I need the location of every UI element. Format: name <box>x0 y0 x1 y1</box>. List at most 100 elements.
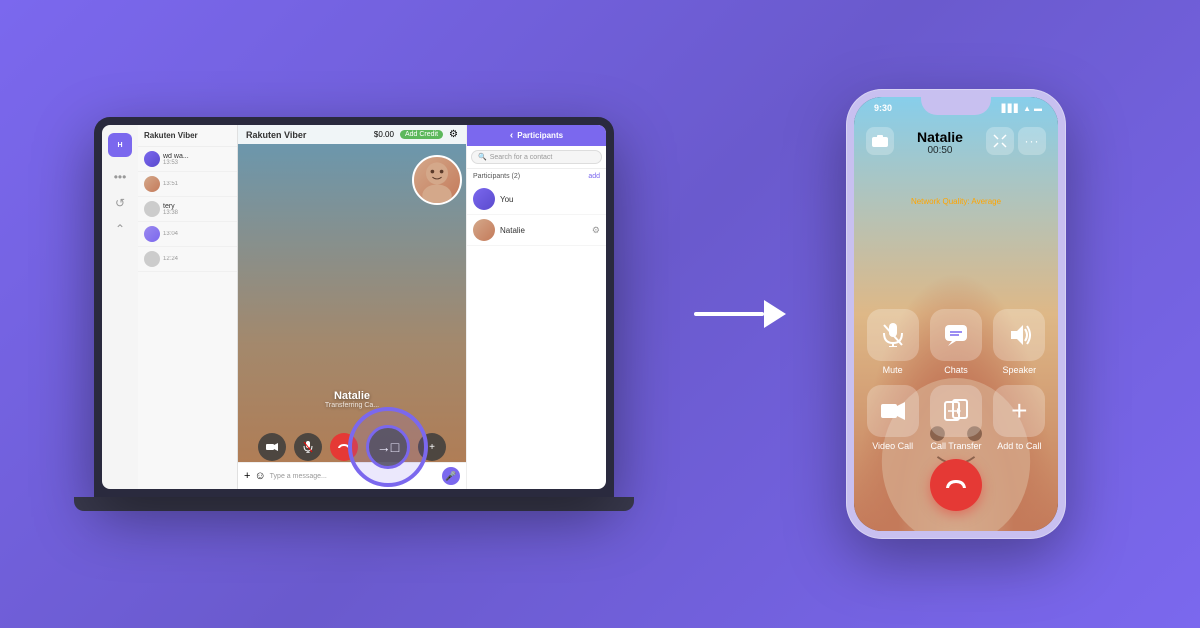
phone-ctrl-transfer: Call Transfer <box>929 385 982 451</box>
wifi-icon: ▲ <box>1023 104 1031 113</box>
sidebar-icon-refresh[interactable]: ↺ <box>110 193 130 213</box>
network-label: Network Quality: <box>911 197 970 206</box>
plus-icon: + <box>429 442 435 453</box>
chat-info-1: wd wa... 13:53 <box>163 153 231 166</box>
minimize-icon-button[interactable] <box>986 127 1014 155</box>
network-quality: Network Quality: Average <box>854 197 1058 206</box>
video-toggle-button[interactable] <box>258 433 286 461</box>
chat-avatar-2 <box>144 176 160 192</box>
participant-name-you: You <box>500 195 514 204</box>
speaker-ctrl-label: Speaker <box>1003 365 1037 375</box>
settings-icon[interactable]: ⚙ <box>449 129 458 140</box>
more-options-icon-button[interactable]: ··· <box>1018 127 1046 155</box>
search-box: 🔍 Search for a contact <box>467 146 606 169</box>
laptop: H ••• ↺ ⌃ Rakuten Viber <box>94 117 614 497</box>
phone-screen: 9:30 ▋▋▋ ▲ ▬ <box>854 97 1058 531</box>
viber-logo-text: Rakuten Viber <box>246 130 306 140</box>
top-bar-right: $0.00 Add Credit ⚙ <box>374 129 458 140</box>
mute-ctrl-button[interactable] <box>867 309 919 361</box>
chat-info-4: 13:04 <box>163 231 231 237</box>
phone-call-duration: 00:50 <box>927 145 952 156</box>
phone: 9:30 ▋▋▋ ▲ ▬ <box>846 89 1066 539</box>
caller-name-label: Natalie Transferring Ca... <box>325 390 379 409</box>
credit-amount: $0.00 <box>374 130 394 139</box>
participants-panel: ‹ Participants 🔍 Search for a contact Pa… <box>466 125 606 489</box>
signal-icon: ▋▋▋ <box>1002 104 1020 113</box>
network-status: Average <box>971 197 1001 206</box>
viber-logo: H <box>108 133 132 157</box>
chat-avatar-1 <box>144 151 160 167</box>
participant-item-natalie: Natalie ⚙ <box>467 215 606 246</box>
transfer-highlight <box>348 407 428 487</box>
chat-panel-header: Rakuten Viber <box>138 125 237 147</box>
mic-button[interactable]: 🎤 <box>442 467 460 485</box>
battery-icon: ▬ <box>1034 104 1042 113</box>
chat-avatar-5 <box>144 251 160 267</box>
arrow-line <box>694 312 764 316</box>
chats-ctrl-label: Chats <box>944 365 968 375</box>
camera-icon-button[interactable] <box>866 127 894 155</box>
arrow-section <box>694 300 786 328</box>
search-input[interactable]: 🔍 Search for a contact <box>471 150 602 164</box>
add-to-call-ctrl-button[interactable]: + <box>993 385 1045 437</box>
phone-time: 9:30 <box>874 103 892 113</box>
phone-ctrl-mute: Mute <box>866 309 919 375</box>
top-bar: Rakuten Viber $0.00 Add Credit ⚙ <box>238 125 466 144</box>
phone-ctrl-speaker: Speaker <box>993 309 1046 375</box>
phone-controls: Mute Chats <box>866 309 1046 451</box>
add-credit-button[interactable]: Add Credit <box>400 130 443 139</box>
search-icon: 🔍 <box>478 153 487 161</box>
laptop-screen: H ••• ↺ ⌃ Rakuten Viber <box>102 125 606 489</box>
call-transfer-ctrl-button[interactable] <box>930 385 982 437</box>
search-placeholder: Search for a contact <box>490 154 553 161</box>
sidebar-icon-arrow[interactable]: ⌃ <box>110 219 130 239</box>
chat-list-item-3[interactable]: tery 13:38 <box>138 197 237 222</box>
chat-list-item-4[interactable]: 13:04 <box>138 222 237 247</box>
mute-button[interactable] <box>294 433 322 461</box>
caller-name-text: Natalie <box>325 390 379 402</box>
participant-avatar-natalie <box>473 219 495 241</box>
chat-avatar-3 <box>144 201 160 217</box>
dots-icon: ··· <box>1024 134 1039 148</box>
participants-title: Participants <box>517 131 563 140</box>
participant-name-natalie: Natalie <box>500 226 525 235</box>
speaker-ctrl-button[interactable] <box>993 309 1045 361</box>
phone-top-icons: Natalie 00:50 · <box>866 125 1046 156</box>
chats-ctrl-button[interactable] <box>930 309 982 361</box>
phone-ctrl-chats: Chats <box>929 309 982 375</box>
phone-notch <box>921 97 991 115</box>
sidebar-icon-dots[interactable]: ••• <box>110 167 130 187</box>
participants-count: Participants (2) <box>473 173 520 180</box>
chat-list-item[interactable]: wd wa... 13:53 <box>138 147 237 172</box>
laptop-section: H ••• ↺ ⌃ Rakuten Viber <box>94 117 634 511</box>
add-participant-link[interactable]: add <box>588 173 600 180</box>
caller-avatar-face <box>412 155 462 205</box>
phone-ctrl-video: Video Call <box>866 385 919 451</box>
phone-end-call-button[interactable] <box>930 459 982 511</box>
call-info-center: Natalie 00:50 <box>917 125 963 156</box>
caller-status-text: Transferring Ca... <box>325 402 379 409</box>
laptop-base <box>74 497 634 511</box>
emoji-icon[interactable]: + <box>244 470 250 482</box>
back-arrow-icon[interactable]: ‹ <box>510 130 513 141</box>
chat-panel: Rakuten Viber wd wa... 13:53 <box>138 125 238 489</box>
participants-header: ‹ Participants <box>467 125 606 146</box>
phone-top-right-icons: ··· <box>986 127 1046 155</box>
call-transfer-ctrl-label: Call Transfer <box>930 441 981 451</box>
participants-label: Participants (2) add <box>467 169 606 184</box>
phone-status-icons: ▋▋▋ ▲ ▬ <box>1002 104 1042 113</box>
chat-list-item-5[interactable]: 12:24 <box>138 247 237 272</box>
chat-info-2: 13:51 <box>163 181 231 187</box>
transfer-button-wrapper: →□ <box>366 425 410 469</box>
controls-grid: Mute Chats <box>866 309 1046 451</box>
sticker-icon[interactable]: ☺ <box>254 470 265 482</box>
phone-section: 9:30 ▋▋▋ ▲ ▬ <box>846 89 1066 539</box>
mute-ctrl-label: Mute <box>883 365 903 375</box>
arrow-head <box>764 300 786 328</box>
chat-list-item-2[interactable]: 13:51 <box>138 172 237 197</box>
video-call-ctrl-button[interactable] <box>867 385 919 437</box>
participant-options-icon[interactable]: ⚙ <box>592 225 600 236</box>
content-wrapper: H ••• ↺ ⌃ Rakuten Viber <box>0 0 1200 628</box>
participant-item-you: You <box>467 184 606 215</box>
plus-icon-large: + <box>1011 395 1027 427</box>
